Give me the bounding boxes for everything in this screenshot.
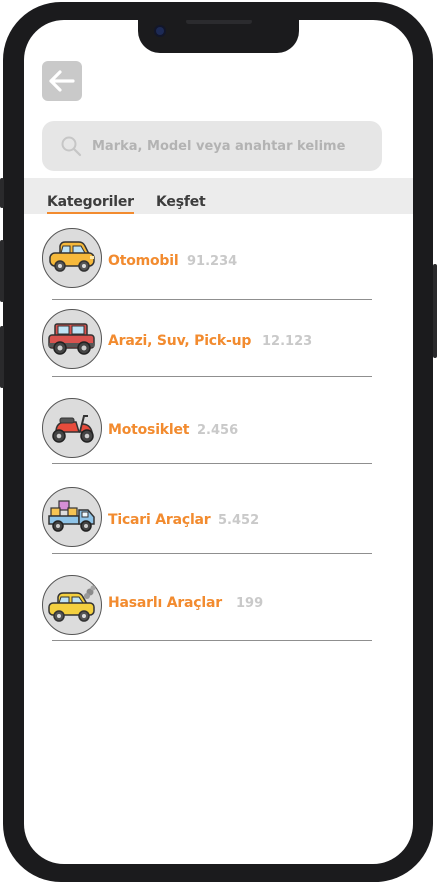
category-row-ticari[interactable]: Ticari Araçlar 5.452: [42, 487, 392, 549]
category-count: 91.234: [187, 254, 238, 269]
search-icon: [61, 136, 82, 157]
earpiece-speaker: [186, 20, 252, 24]
active-tab-indicator: [47, 212, 134, 214]
truck-icon: [48, 500, 95, 532]
app-screen: Kategoriler Keşfet Otomobil 91.234: [24, 20, 413, 864]
search-input[interactable]: [90, 137, 374, 155]
category-count: 12.123: [262, 334, 313, 349]
category-row-otomobil[interactable]: Otomobil 91.234: [42, 228, 392, 290]
category-row-arazi[interactable]: Arazi, Suv, Pick-up 12.123: [42, 309, 392, 371]
category-name: Motosiklet: [108, 422, 190, 438]
suv-icon: [48, 323, 95, 355]
category-name: Hasarlı Araçlar: [108, 595, 222, 611]
row-divider: [52, 463, 372, 464]
tab-bar: Kategoriler Keşfet: [24, 178, 413, 214]
category-count: 199: [236, 596, 264, 611]
mute-switch: [0, 178, 4, 208]
category-row-hasarli[interactable]: Hasarlı Araçlar 199: [42, 575, 392, 637]
damaged-car-icon: [48, 585, 96, 622]
car-icon: [49, 241, 95, 272]
category-row-motosiklet[interactable]: Motosiklet 2.456: [42, 398, 392, 460]
tab-kesfet[interactable]: Keşfet: [156, 194, 206, 210]
category-name: Ticari Araçlar: [108, 512, 211, 528]
tab-kategoriler[interactable]: Kategoriler: [47, 194, 134, 210]
row-divider: [52, 640, 372, 641]
category-name: Otomobil: [108, 253, 179, 269]
row-divider: [52, 553, 372, 554]
arrow-left-icon: [49, 70, 75, 92]
category-icon-circle: [42, 398, 102, 458]
search-bar[interactable]: [42, 121, 382, 171]
category-icon-circle: [42, 487, 102, 547]
row-divider: [52, 376, 372, 377]
scooter-icon: [52, 415, 94, 443]
category-count: 5.452: [218, 513, 260, 528]
category-icon-circle: [42, 575, 102, 635]
row-divider: [52, 299, 372, 300]
category-icon-circle: [42, 228, 102, 288]
volume-up-button: [0, 240, 4, 302]
category-count: 2.456: [197, 423, 239, 438]
back-button[interactable]: [42, 61, 82, 101]
category-icon-circle: [42, 309, 102, 369]
power-button: [433, 264, 437, 358]
category-name: Arazi, Suv, Pick-up: [108, 333, 252, 349]
notch: [138, 20, 299, 53]
front-camera: [156, 27, 164, 35]
volume-down-button: [0, 326, 4, 388]
